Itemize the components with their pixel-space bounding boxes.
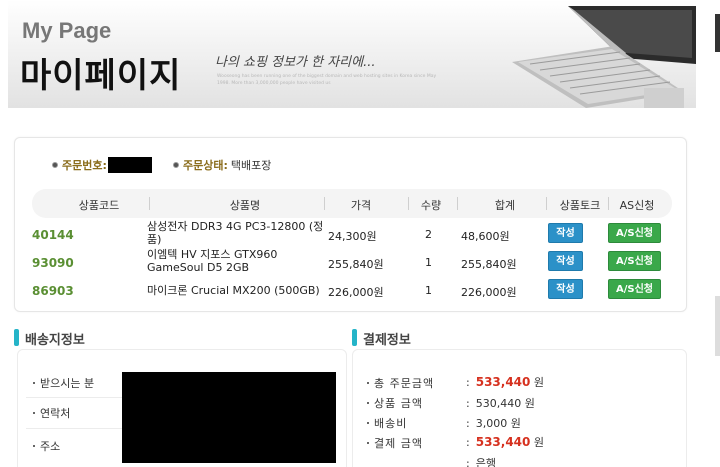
product-amount-label: 상품 금액 bbox=[367, 395, 423, 411]
product-name[interactable]: 삼성전자 DDR3 4G PC3-12800 (정 품) bbox=[147, 220, 327, 246]
banner-title-en: My Page bbox=[22, 18, 112, 43]
product-code[interactable]: 93090 bbox=[32, 256, 74, 270]
column-divider bbox=[324, 197, 325, 210]
order-status-label: 주문상태: bbox=[183, 159, 228, 172]
product-code[interactable]: 86903 bbox=[32, 284, 74, 298]
product-name-line: 마이크론 Crucial MX200 (500GB) bbox=[147, 284, 320, 297]
shipping-info-box: 받으시는 분 연락처 주소 bbox=[17, 349, 347, 467]
column-header-total: 합계 bbox=[494, 199, 516, 212]
order-status: 주문상태: 택배포장 bbox=[173, 157, 271, 173]
column-divider bbox=[408, 197, 409, 210]
bullet-icon bbox=[173, 162, 179, 168]
product-name-line: 이엠텍 HV 지포스 GTX960 bbox=[147, 248, 278, 261]
column-divider bbox=[546, 197, 547, 210]
edge-scroll-strip-lower bbox=[715, 296, 720, 356]
payment-amount-label: 결제 금액 bbox=[367, 435, 423, 451]
section-accent-bar bbox=[14, 329, 19, 346]
product-total: 255,840원 bbox=[461, 258, 517, 271]
column-divider bbox=[457, 197, 458, 210]
product-amount-value: :530,440 원 bbox=[466, 397, 535, 410]
order-number: 주문번호: bbox=[52, 157, 152, 173]
recipient-label: 받으시는 분 bbox=[33, 375, 94, 391]
product-total: 226,000원 bbox=[461, 286, 517, 299]
order-table-header: 상품코드 상품명 가격 수량 합계 상품토크 AS신청 bbox=[32, 189, 672, 218]
product-name-line: 삼성전자 DDR3 4G PC3-12800 (정 bbox=[147, 220, 324, 233]
order-status-value: 택배포장 bbox=[230, 159, 272, 172]
contact-label: 연락처 bbox=[33, 405, 70, 421]
column-header-name: 상품명 bbox=[229, 199, 261, 212]
write-talk-button[interactable]: 작성 bbox=[548, 223, 583, 243]
my-page: My Page 마이페이지 나의 쇼핑 정보가 한 자리에... Wooseon… bbox=[0, 0, 720, 467]
shipping-section-title: 배송지정보 bbox=[25, 333, 85, 348]
redacted-shipping-details bbox=[122, 372, 336, 463]
product-price: 24,300원 bbox=[328, 230, 377, 243]
total-order-amount-value: :533,440 원 bbox=[466, 375, 544, 389]
banner-fineprint: Wooseong has been running one of the big… bbox=[217, 74, 437, 86]
table-row: 40144 삼성전자 DDR3 4G PC3-12800 (정 품) 24,30… bbox=[32, 220, 672, 248]
column-header-as: AS신청 bbox=[619, 199, 655, 212]
row-divider bbox=[26, 428, 122, 429]
payment-info-box: 총 주문금액 :533,440 원 상품 금액 :530,440 원 배송비 :… bbox=[352, 349, 687, 467]
column-header-code: 상품코드 bbox=[78, 199, 120, 212]
column-header-qty: 수량 bbox=[420, 199, 442, 212]
product-name[interactable]: 이엠텍 HV 지포스 GTX960 GameSoul D5 2GB bbox=[147, 248, 327, 274]
column-header-price: 가격 bbox=[350, 199, 372, 212]
shipping-fee-label: 배송비 bbox=[367, 415, 407, 431]
payment-method-value: : 은행 bbox=[466, 457, 496, 467]
product-qty: 2 bbox=[425, 228, 432, 241]
shipping-fee-value: :3,000 원 bbox=[466, 417, 521, 430]
product-price: 226,000원 bbox=[328, 286, 384, 299]
column-divider bbox=[608, 197, 609, 210]
write-talk-button[interactable]: 작성 bbox=[548, 279, 583, 299]
payment-amount-value: :533,440 원 bbox=[466, 435, 544, 449]
page-banner: My Page 마이페이지 나의 쇼핑 정보가 한 자리에... Wooseon… bbox=[8, 0, 696, 108]
as-request-button[interactable]: A/S신청 bbox=[608, 279, 661, 299]
product-name[interactable]: 마이크론 Crucial MX200 (500GB) bbox=[147, 284, 327, 297]
as-request-button[interactable]: A/S신청 bbox=[608, 251, 661, 271]
write-talk-button[interactable]: 작성 bbox=[548, 251, 583, 271]
banner-slogan: 나의 쇼핑 정보가 한 자리에... bbox=[215, 55, 376, 70]
table-row: 86903 마이크론 Crucial MX200 (500GB) 226,000… bbox=[32, 276, 672, 304]
product-qty: 1 bbox=[425, 284, 432, 297]
row-divider bbox=[26, 397, 122, 398]
address-label: 주소 bbox=[33, 438, 60, 454]
as-request-button[interactable]: A/S신청 bbox=[608, 223, 661, 243]
product-name-line: 품) bbox=[147, 233, 162, 246]
product-qty: 1 bbox=[425, 256, 432, 269]
banner-title-ko: 마이페이지 bbox=[20, 56, 182, 96]
column-header-talk: 상품토크 bbox=[559, 199, 601, 212]
product-total: 48,600원 bbox=[461, 230, 510, 243]
product-price: 255,840원 bbox=[328, 258, 384, 271]
order-details-box: 주문번호: 주문상태: 택배포장 상품코드 상품명 가격 수량 합계 상품토크 A… bbox=[14, 137, 687, 312]
redacted-order-number bbox=[107, 157, 152, 173]
table-row: 93090 이엠텍 HV 지포스 GTX960 GameSoul D5 2GB … bbox=[32, 248, 672, 276]
edge-scroll-strip bbox=[715, 14, 720, 52]
computer-keyboard-image bbox=[512, 6, 696, 108]
section-accent-bar bbox=[352, 329, 357, 346]
total-order-amount-label: 총 주문금액 bbox=[367, 375, 434, 391]
payment-section-title: 결제정보 bbox=[363, 333, 411, 348]
column-divider bbox=[149, 197, 150, 210]
order-number-label: 주문번호: bbox=[62, 159, 107, 172]
product-name-line: GameSoul D5 2GB bbox=[147, 261, 250, 274]
bullet-icon bbox=[52, 162, 58, 168]
product-code[interactable]: 40144 bbox=[32, 228, 74, 242]
